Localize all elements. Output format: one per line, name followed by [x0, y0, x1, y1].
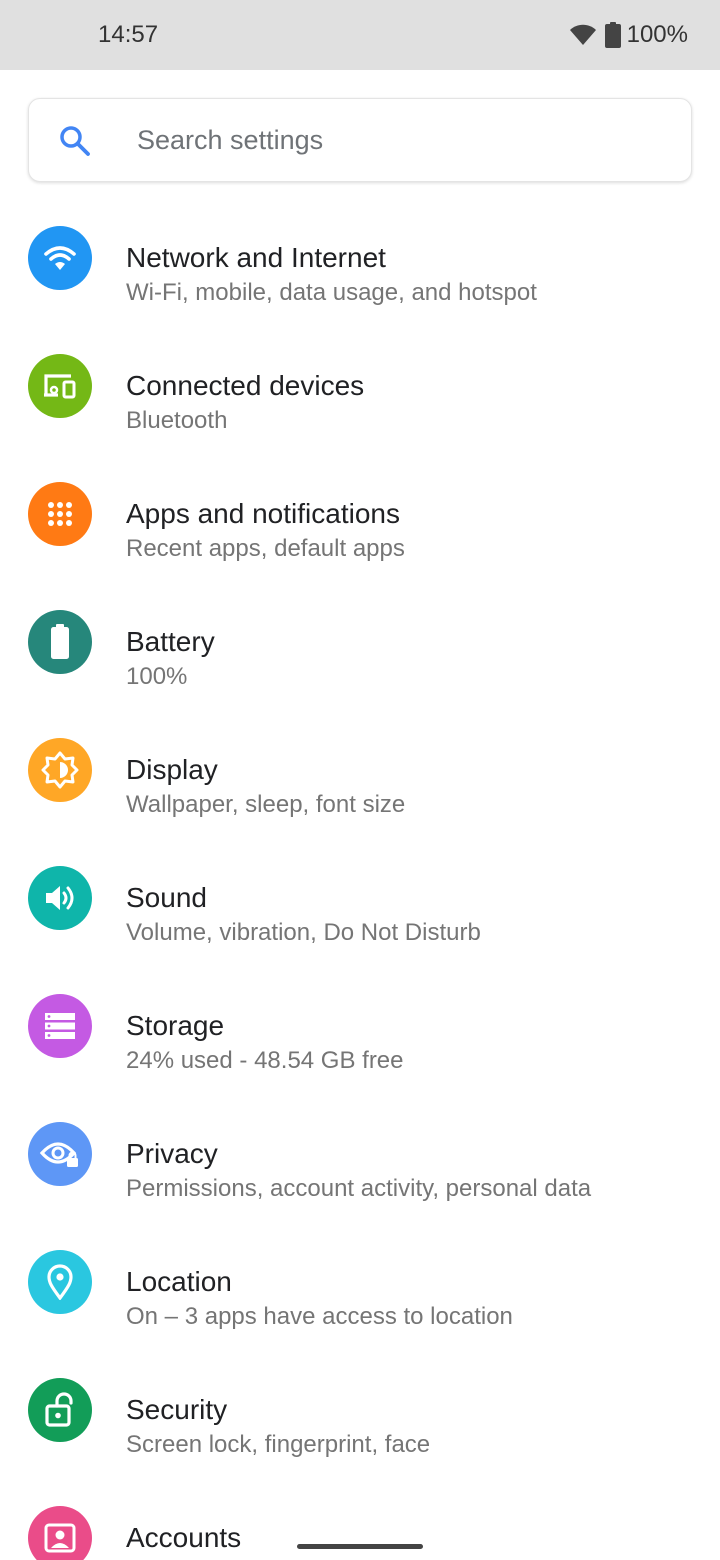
unlocked-padlock-icon [28, 1378, 92, 1442]
settings-item-summary: Wi-Fi, mobile, data usage, and hotspot [126, 279, 537, 306]
wifi-icon [569, 23, 597, 47]
settings-item-location[interactable]: Location On – 3 apps have access to loca… [0, 1236, 720, 1364]
settings-item-title: Connected devices [126, 370, 365, 401]
settings-item-title: Storage [126, 1010, 225, 1041]
connected-devices-icon [28, 354, 92, 418]
settings-item-summary: Bluetooth [126, 407, 228, 434]
settings-item-summary: Screen lock, fingerprint, face [126, 1431, 431, 1458]
apps-grid-icon [28, 482, 92, 546]
settings-item-accounts[interactable]: Accounts [0, 1492, 720, 1560]
settings-item-title: Privacy [126, 1138, 218, 1169]
search-input[interactable] [137, 99, 657, 181]
battery-icon [604, 22, 621, 48]
status-bar: 14:57 100% [0, 0, 720, 70]
settings-item-summary: Recent apps, default apps [126, 535, 405, 562]
settings-item-title: Sound [126, 882, 207, 913]
settings-item-title: Security [126, 1394, 228, 1425]
settings-item-summary: On – 3 apps have access to location [126, 1303, 513, 1330]
search-bar[interactable] [28, 98, 692, 182]
settings-item-network[interactable]: Network and Internet Wi-Fi, mobile, data… [0, 212, 720, 340]
settings-item-summary: 24% used - 48.54 GB free [126, 1047, 404, 1074]
wifi-icon [28, 226, 92, 290]
battery-percentage: 100% [626, 21, 688, 48]
settings-item-summary: Permissions, account activity, personal … [126, 1175, 592, 1202]
settings-item-summary: Wallpaper, sleep, font size [126, 791, 406, 818]
settings-item-storage[interactable]: Storage 24% used - 48.54 GB free [0, 980, 720, 1108]
gesture-nav-handle[interactable] [297, 1544, 423, 1549]
settings-list: Network and Internet Wi-Fi, mobile, data… [0, 212, 720, 1560]
settings-item-display[interactable]: Display Wallpaper, sleep, font size [0, 724, 720, 852]
settings-item-summary: 100% [126, 663, 188, 690]
settings-item-title: Location [126, 1266, 232, 1297]
settings-item-security[interactable]: Security Screen lock, fingerprint, face [0, 1364, 720, 1492]
settings-item-title: Battery [126, 626, 215, 657]
settings-item-battery[interactable]: Battery 100% [0, 596, 720, 724]
account-icon [28, 1506, 92, 1560]
storage-icon [28, 994, 92, 1058]
settings-item-connected-devices[interactable]: Connected devices Bluetooth [0, 340, 720, 468]
settings-item-title: Apps and notifications [126, 498, 400, 529]
volume-icon [28, 866, 92, 930]
settings-item-apps[interactable]: Apps and notifications Recent apps, defa… [0, 468, 720, 596]
settings-item-title: Network and Internet [126, 242, 386, 273]
search-icon[interactable] [57, 123, 93, 159]
status-icons: 100% [569, 20, 688, 50]
settings-item-sound[interactable]: Sound Volume, vibration, Do Not Disturb [0, 852, 720, 980]
location-pin-icon [28, 1250, 92, 1314]
privacy-eye-icon [28, 1122, 92, 1186]
settings-item-privacy[interactable]: Privacy Permissions, account activity, p… [0, 1108, 720, 1236]
status-time: 14:57 [98, 21, 159, 48]
settings-item-summary: Volume, vibration, Do Not Disturb [126, 919, 481, 946]
settings-item-title: Accounts [126, 1522, 242, 1553]
settings-screen: 14:57 100% Search settings Network and I… [0, 0, 720, 1560]
settings-item-title: Display [126, 754, 218, 785]
battery-icon [28, 610, 92, 674]
brightness-icon [28, 738, 92, 802]
